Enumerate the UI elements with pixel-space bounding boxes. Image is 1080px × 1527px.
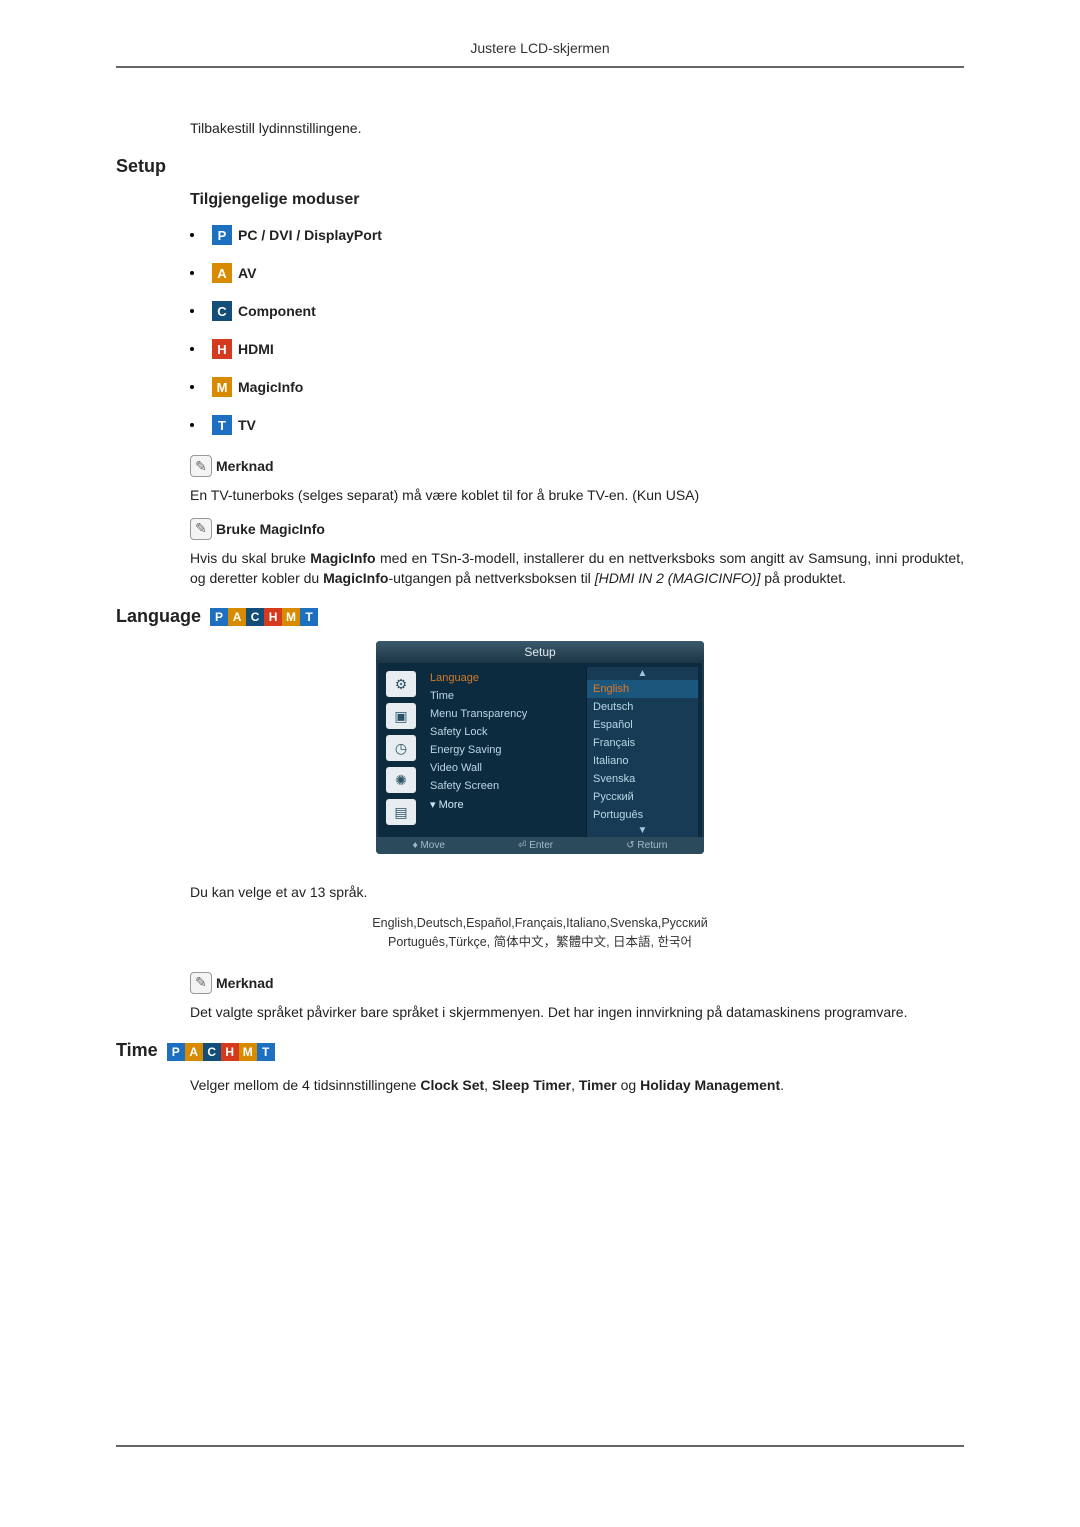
badge-t-icon: T: [212, 415, 232, 435]
osd-option: Русский: [587, 788, 698, 806]
badge-p-icon: P: [210, 608, 228, 626]
note-icon: ✎: [190, 455, 212, 477]
osd-icon: ✺: [386, 767, 416, 793]
note-icon: ✎: [190, 518, 212, 540]
osd-foot-enter: ⏎ Enter: [518, 840, 553, 851]
bullet-icon: [190, 271, 194, 275]
badge-m-icon: M: [282, 608, 300, 626]
osd-option: Português: [587, 806, 698, 824]
badge-p-icon: P: [212, 225, 232, 245]
osd-icon: ▣: [386, 703, 416, 729]
osd-option: Italiano: [587, 752, 698, 770]
badge-h-icon: H: [221, 1043, 239, 1061]
osd-icon: ◷: [386, 735, 416, 761]
osd-option: Deutsch: [587, 698, 698, 716]
mode-label: Component: [238, 303, 316, 319]
osd-foot-return: ↺ Return: [626, 840, 667, 851]
bullet-icon: [190, 385, 194, 389]
osd-menu-item: Menu Transparency: [428, 705, 582, 723]
bullet-icon: [190, 309, 194, 313]
osd-menu-item: Safety Screen: [428, 777, 582, 795]
badge-m-icon: M: [239, 1043, 257, 1061]
mode-item: A AV: [190, 263, 964, 283]
osd-more: ▾ More: [428, 795, 582, 814]
magicinfo-text: Hvis du skal bruke MagicInfo med en TSn-…: [190, 548, 964, 589]
note-label: Bruke MagicInfo: [216, 521, 325, 537]
badge-a-icon: A: [185, 1043, 203, 1061]
osd-icon: ⚙: [386, 671, 416, 697]
osd-menu: Language Time Menu Transparency Safety L…: [424, 667, 586, 837]
note-text: En TV-tunerboks (selges separat) må være…: [190, 485, 964, 505]
badge-h-icon: H: [264, 608, 282, 626]
language-count: Du kan velge et av 13 språk.: [190, 882, 964, 902]
osd-options: ▲ English Deutsch Español Français Itali…: [586, 667, 698, 837]
chevron-up-icon: ▲: [587, 667, 698, 680]
badge-strip: PACHMT: [167, 1043, 275, 1061]
note-label: Merknad: [216, 975, 274, 991]
osd-title: Setup: [376, 641, 704, 663]
mode-label: PC / DVI / DisplayPort: [238, 227, 382, 243]
note-row: ✎ Merknad: [190, 455, 964, 477]
note-row: ✎ Merknad: [190, 972, 964, 994]
mode-label: TV: [238, 417, 256, 433]
osd-icon: ▤: [386, 799, 416, 825]
badge-p-icon: P: [167, 1043, 185, 1061]
osd-menu-item: Safety Lock: [428, 723, 582, 741]
setup-heading: Setup: [116, 156, 964, 177]
badge-a-icon: A: [228, 608, 246, 626]
note-label: Merknad: [216, 458, 274, 474]
osd-option: English: [587, 680, 698, 698]
language-note-text: Det valgte språket påvirker bare språket…: [190, 1002, 964, 1022]
page-header: Justere LCD-skjermen: [116, 40, 964, 68]
badge-a-icon: A: [212, 263, 232, 283]
mode-item: T TV: [190, 415, 964, 435]
bullet-icon: [190, 347, 194, 351]
badge-t-icon: T: [300, 608, 318, 626]
chevron-down-icon: ▼: [587, 824, 698, 837]
osd-screenshot: Setup ⚙ ▣ ◷ ✺ ▤ Language Time Menu Trans…: [376, 641, 704, 854]
time-text: Velger mellom de 4 tidsinnstillingene Cl…: [190, 1075, 964, 1095]
time-heading: Time PACHMT: [116, 1040, 964, 1061]
badge-h-icon: H: [212, 339, 232, 359]
mode-item: H HDMI: [190, 339, 964, 359]
osd-option: Français: [587, 734, 698, 752]
osd-menu-item: Energy Saving: [428, 741, 582, 759]
footer-divider: [116, 1445, 964, 1447]
osd-menu-item: Language: [428, 669, 582, 687]
language-list: English,Deutsch,Español,Français,Italian…: [116, 914, 964, 952]
intro-text: Tilbakestill lydinnstillingene.: [190, 118, 964, 138]
osd-menu-item: Video Wall: [428, 759, 582, 777]
mode-item: C Component: [190, 301, 964, 321]
badge-t-icon: T: [257, 1043, 275, 1061]
note-icon: ✎: [190, 972, 212, 994]
badge-c-icon: C: [246, 608, 264, 626]
osd-category-icons: ⚙ ▣ ◷ ✺ ▤: [382, 667, 424, 837]
osd-menu-item: Time: [428, 687, 582, 705]
badge-c-icon: C: [212, 301, 232, 321]
badge-strip: PACHMT: [210, 608, 318, 626]
mode-label: AV: [238, 265, 256, 281]
bullet-icon: [190, 423, 194, 427]
osd-option: Español: [587, 716, 698, 734]
mode-item: P PC / DVI / DisplayPort: [190, 225, 964, 245]
badge-c-icon: C: [203, 1043, 221, 1061]
osd-foot-move: ♦ Move: [413, 840, 445, 851]
modes-list: P PC / DVI / DisplayPort A AV C Component H…: [190, 225, 964, 435]
mode-item: M MagicInfo: [190, 377, 964, 397]
osd-footer: ♦ Move ⏎ Enter ↺ Return: [376, 837, 704, 854]
mode-label: HDMI: [238, 341, 274, 357]
badge-m-icon: M: [212, 377, 232, 397]
header-title: Justere LCD-skjermen: [470, 40, 609, 56]
language-heading: Language PACHMT: [116, 606, 964, 627]
modes-heading: Tilgjengelige moduser: [190, 191, 964, 209]
mode-label: MagicInfo: [238, 379, 303, 395]
osd-option: Svenska: [587, 770, 698, 788]
bullet-icon: [190, 233, 194, 237]
note-row: ✎ Bruke MagicInfo: [190, 518, 964, 540]
